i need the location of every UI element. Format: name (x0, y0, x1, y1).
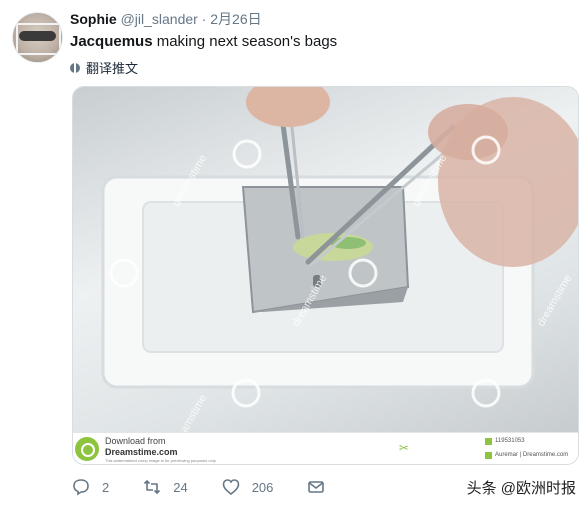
photo-illustration: dreamstime dreamstimedreamstime dreamstime… (101, 87, 578, 449)
tweet-text: Jacquemus making next season's bags (70, 32, 337, 52)
like-count: 206 (251, 479, 274, 495)
credit-square-icon (485, 452, 492, 459)
translate-label: 翻译推文 (86, 61, 139, 76)
reply-icon (73, 479, 89, 496)
retweet-icon (144, 480, 161, 494)
stock-credit: Auremar | Dreamstime.com (495, 452, 569, 458)
watermark-circle (232, 139, 262, 169)
envelope-icon (308, 481, 325, 493)
reply-button[interactable]: 2 (72, 478, 109, 496)
retweet-button[interactable]: 24 (143, 478, 188, 496)
translate-tweet-link[interactable]: 翻译推文 (70, 58, 138, 77)
author-handle[interactable]: @jil_slander (121, 11, 198, 27)
stock-bar: Download from Dreamstime.com This waterm… (73, 432, 578, 464)
id-square-icon (485, 438, 492, 445)
direct-message-button[interactable] (307, 478, 325, 496)
tweet-text-brand: Jacquemus (70, 33, 153, 50)
globe-icon (70, 62, 80, 73)
stock-download: Download from (105, 436, 166, 446)
stock-site: Dreamstime.com (105, 447, 178, 457)
separator-dot: · (201, 11, 207, 27)
tweet-date[interactable]: 2月26日 (210, 11, 261, 27)
watermark-text: dreamstime (535, 273, 574, 329)
finger-left (246, 87, 330, 127)
avatar-eyes (19, 31, 56, 41)
stock-notice: This watermarked comp image is for previ… (105, 458, 217, 463)
like-button[interactable]: 206 (222, 478, 274, 496)
reply-count: 2 (102, 479, 110, 495)
stock-id: 119531053 (495, 438, 525, 444)
avatar[interactable] (12, 12, 63, 63)
finger-right (428, 104, 508, 160)
heart-icon (222, 479, 240, 496)
tweet-actions: 2 24 206 (72, 478, 359, 496)
dreamstime-logo-icon (75, 437, 99, 461)
media-photo[interactable]: dreamstime dreamstime dreamstime dreamstime… (73, 87, 578, 449)
tweet-media[interactable]: dreamstime dreamstime dreamstime dreamstime… (72, 86, 579, 465)
watermark-text: dreamstime (170, 393, 209, 432)
tweet-header: Sophie @jil_slander · 2月26日 (70, 10, 262, 28)
retweet-count: 24 (173, 479, 188, 495)
tweet-text-rest: making next season's bags (152, 33, 338, 50)
source-watermark: 头条 @欧洲时报 (466, 480, 576, 497)
author-name[interactable]: Sophie (70, 11, 117, 27)
scissors-icon: ✂ (399, 441, 410, 455)
